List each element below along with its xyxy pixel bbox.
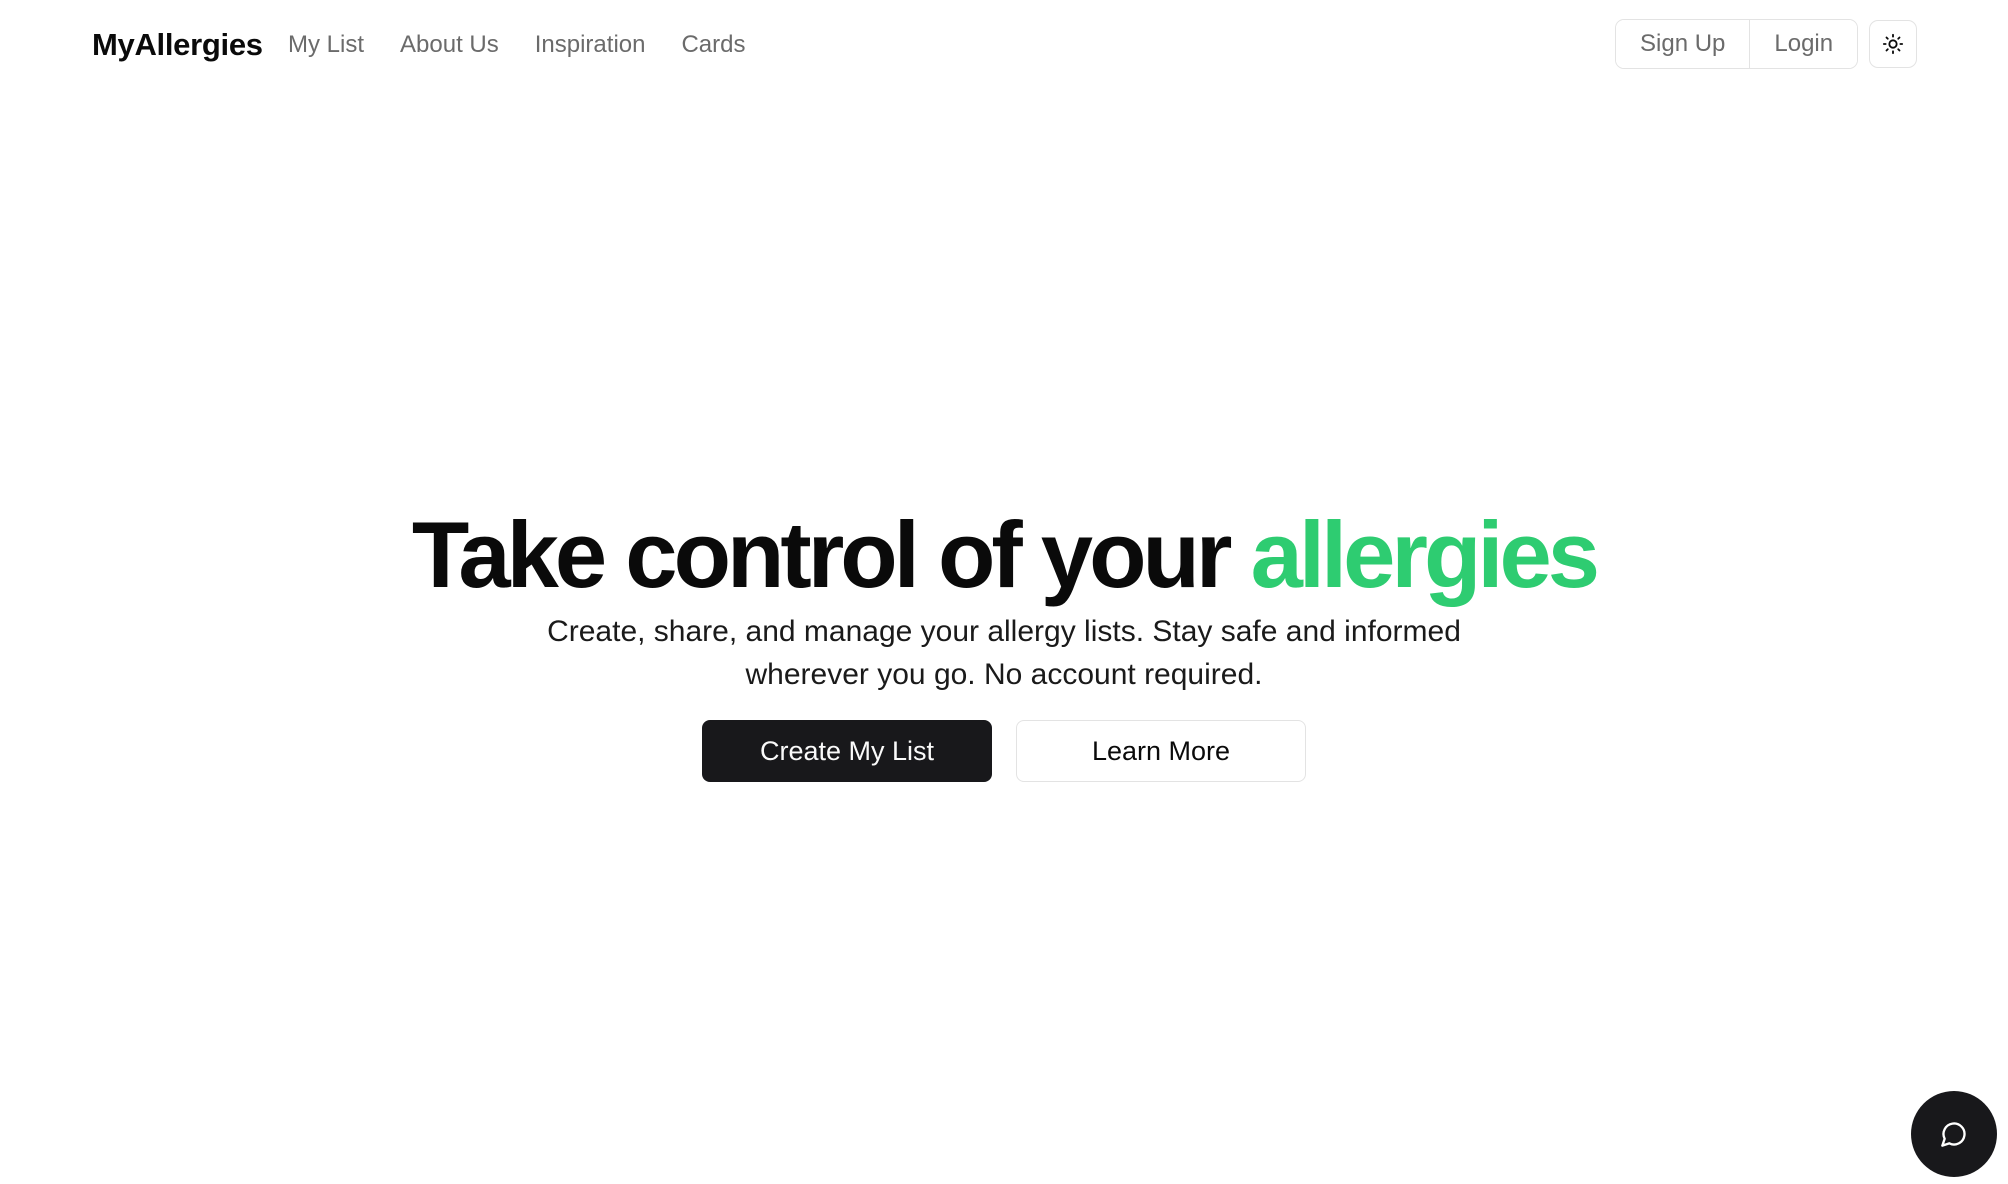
nav-links: My List About Us Inspiration Cards <box>288 24 746 66</box>
login-button[interactable]: Login <box>1749 20 1858 68</box>
hero-title-prefix: Take control of your <box>411 502 1233 607</box>
navbar: MyAllergies My List About Us Inspiration… <box>0 0 2008 92</box>
hero-subtitle: Create, share, and manage your allergy l… <box>547 615 1461 691</box>
hero-actions: Create My List Learn More <box>0 720 2008 782</box>
theme-toggle-button[interactable] <box>1869 20 1917 68</box>
chat-button[interactable] <box>1911 1091 1997 1177</box>
auth-button-group: Sign Up Login <box>1615 19 1859 69</box>
create-my-list-button[interactable]: Create My List <box>702 720 992 782</box>
hero-title-accent: allergies <box>1250 502 1600 607</box>
nav-link-my-list[interactable]: My List <box>288 24 364 66</box>
learn-more-button[interactable]: Learn More <box>1016 720 1306 782</box>
hero-title: Take control of your allergies <box>0 500 2008 610</box>
nav-link-cards[interactable]: Cards <box>681 24 745 66</box>
sign-up-button[interactable]: Sign Up <box>1616 20 1750 68</box>
brand-logo[interactable]: MyAllergies <box>92 24 263 66</box>
chat-bubble-icon <box>1940 1120 1968 1148</box>
nav-link-about-us[interactable]: About Us <box>400 24 499 66</box>
hero-section: Take control of your allergies Create, s… <box>0 500 2008 782</box>
sun-icon <box>1882 33 1904 55</box>
nav-link-inspiration[interactable]: Inspiration <box>535 24 646 66</box>
